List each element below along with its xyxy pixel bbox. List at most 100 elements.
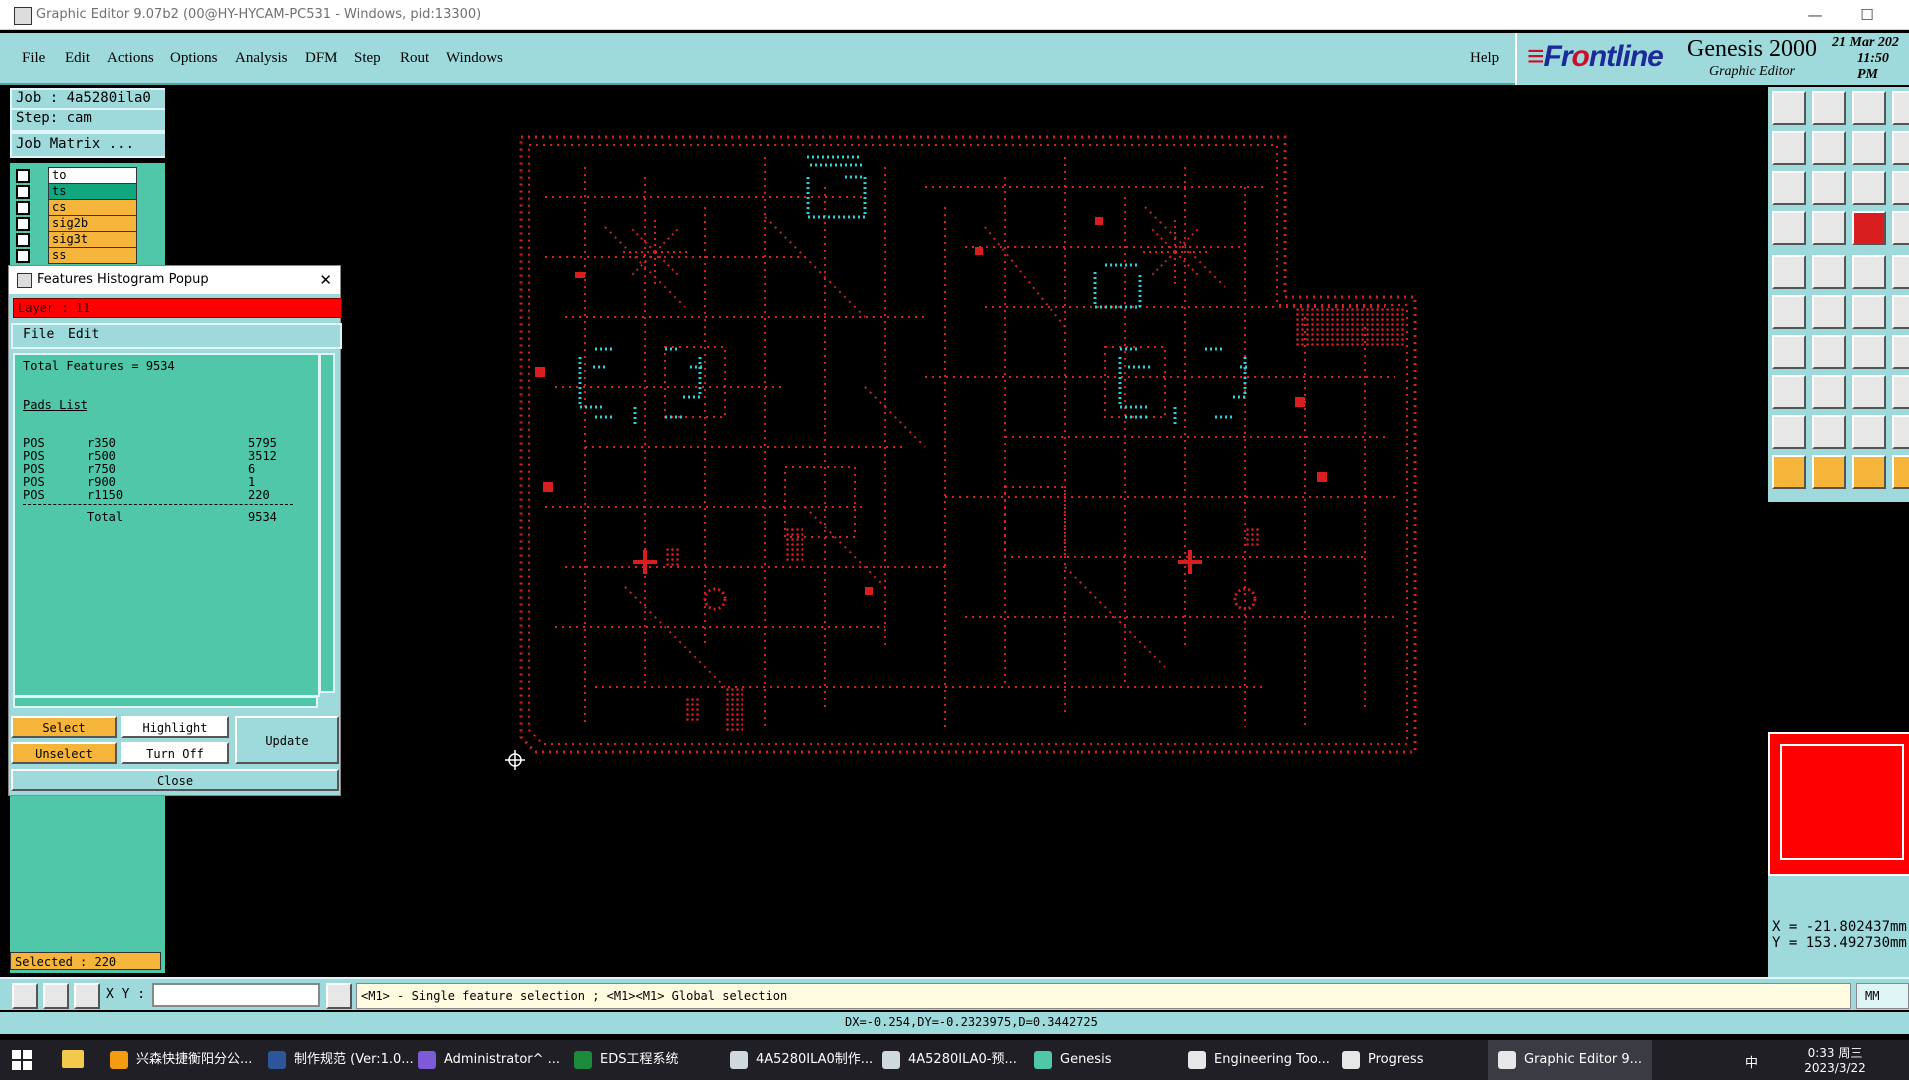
popup-menu-edit[interactable]: Edit (68, 325, 99, 345)
angle-icon[interactable] (1772, 335, 1806, 369)
task-item[interactable]: 兴森快捷衡阳分公... (110, 1040, 252, 1080)
unselect-button[interactable]: Unselect (11, 742, 117, 764)
triangle-c-icon[interactable] (1892, 415, 1909, 449)
menu-analysis[interactable]: Analysis (235, 50, 288, 67)
layer-row[interactable]: sig3t (10, 231, 137, 248)
minimize-button[interactable]: — (1795, 4, 1835, 26)
layer-name[interactable]: ss (48, 247, 137, 264)
maximize-button[interactable]: ☐ (1847, 4, 1887, 26)
measure-icon[interactable] (1772, 211, 1806, 245)
pan-right-icon[interactable] (1812, 131, 1846, 165)
pointer-add-icon[interactable] (1812, 455, 1846, 489)
grid-tool-icon[interactable] (74, 983, 100, 1009)
text-icon[interactable] (1852, 255, 1886, 289)
layer-name[interactable]: sig3t (48, 231, 137, 248)
layer-checkbox[interactable] (16, 249, 30, 263)
layer-name[interactable]: cs (48, 199, 137, 216)
clock[interactable]: 0:33 周三 2023/3/22 (1800, 1044, 1870, 1075)
pointer-icon[interactable] (1772, 455, 1806, 489)
shape-icon[interactable] (1812, 255, 1846, 289)
menu-dfm[interactable]: DFM (305, 50, 338, 67)
move-icon[interactable] (1772, 375, 1806, 409)
job-matrix-button[interactable]: Job Matrix ... (10, 132, 169, 158)
layer-checkbox[interactable] (16, 185, 30, 199)
zoom-fit-icon[interactable] (1772, 171, 1806, 205)
task-item[interactable]: Genesis (1034, 1040, 1111, 1080)
home-icon[interactable] (1852, 91, 1886, 125)
graphic-canvas[interactable] (165, 87, 1768, 980)
menu-file[interactable]: File (22, 50, 45, 67)
task-item-active[interactable]: Graphic Editor 9... (1488, 1040, 1653, 1080)
layer-checkbox[interactable] (16, 233, 30, 247)
menu-step[interactable]: Step (354, 50, 381, 67)
menu-actions[interactable]: Actions (107, 50, 154, 67)
pointer-remove-icon[interactable] (1852, 455, 1886, 489)
task-item[interactable]: 4A5280ILA0-预... (882, 1040, 1017, 1080)
overview-map[interactable] (1768, 732, 1909, 876)
snap-icon[interactable] (1812, 211, 1846, 245)
menu-help[interactable]: Help (1470, 50, 1499, 67)
help-icon[interactable] (1892, 171, 1909, 205)
task-item[interactable]: Progress (1342, 1040, 1423, 1080)
tray-ime[interactable]: 中 (1745, 1052, 1758, 1071)
task-item[interactable]: EDS工程系统 (574, 1040, 678, 1080)
layer-row[interactable]: ts (10, 183, 137, 200)
layer-row[interactable]: sig2b (10, 215, 137, 232)
window-icon[interactable] (1892, 91, 1909, 125)
select-tool-icon[interactable] (12, 983, 38, 1009)
pad-icon[interactable] (1772, 255, 1806, 289)
layer-compare-icon[interactable] (1892, 211, 1909, 245)
popup-menu-file[interactable]: File (23, 325, 54, 345)
triangle-icon[interactable] (1772, 415, 1806, 449)
update-button[interactable]: Update (235, 716, 339, 764)
circle-icon[interactable] (1892, 255, 1909, 289)
vertical-scrollbar[interactable] (319, 353, 335, 693)
pan-left-icon[interactable] (1772, 131, 1806, 165)
turn-off-button[interactable]: Turn Off (121, 742, 229, 764)
close-button[interactable]: Close (11, 769, 339, 791)
layer-row[interactable]: to (10, 167, 137, 184)
layer-checkbox[interactable] (16, 201, 30, 215)
search-icon[interactable] (1892, 375, 1909, 409)
highlight-button[interactable]: Highlight (121, 716, 229, 738)
task-item[interactable]: Engineering Too... (1188, 1040, 1330, 1080)
xy-input[interactable] (152, 983, 320, 1007)
task-item[interactable]: Administrator^ ... (418, 1040, 560, 1080)
rotate-icon[interactable] (1852, 335, 1886, 369)
redraw-icon[interactable] (1852, 131, 1886, 165)
delete-icon[interactable] (1812, 295, 1846, 329)
edit-tool-icon[interactable] (43, 983, 69, 1009)
layer-red-icon[interactable] (1852, 211, 1886, 245)
menu-options[interactable]: Options (170, 50, 218, 67)
line-icon[interactable] (1852, 295, 1886, 329)
close-icon[interactable]: ✕ (319, 266, 332, 294)
display-icon[interactable] (1772, 91, 1806, 125)
layer-row[interactable]: ss (10, 247, 137, 264)
zoom-vertical-icon[interactable] (1812, 171, 1846, 205)
zoom-window-icon[interactable] (1892, 131, 1909, 165)
minus-icon[interactable] (1812, 375, 1846, 409)
task-item[interactable]: 制作规范 (Ver:1.0... (268, 1040, 414, 1080)
dimension-icon[interactable] (1852, 375, 1886, 409)
task-item[interactable]: 4A5280ILA0制作... (730, 1040, 873, 1080)
triangle-b-icon[interactable] (1852, 415, 1886, 449)
layer-name[interactable]: ts (48, 183, 137, 200)
windows-start-icon[interactable] (12, 1050, 32, 1070)
menu-rout[interactable]: Rout (400, 50, 429, 67)
layer-name[interactable]: sig2b (48, 215, 137, 232)
route-icon[interactable] (1892, 335, 1909, 369)
scale-1-2-icon[interactable] (1852, 171, 1886, 205)
menu-edit[interactable]: Edit (65, 50, 90, 67)
layer-checkbox[interactable] (16, 217, 30, 231)
diagonal-icon[interactable] (1812, 335, 1846, 369)
units-selector[interactable]: MM (1856, 983, 1909, 1009)
layer-name[interactable]: to (48, 167, 137, 184)
file-explorer-icon[interactable] (62, 1050, 84, 1068)
connect-icon[interactable] (1772, 295, 1806, 329)
pointer-net-icon[interactable] (1892, 455, 1909, 489)
horizontal-scrollbar[interactable] (13, 696, 318, 708)
monitor-icon[interactable] (1812, 91, 1846, 125)
layer-checkbox[interactable] (16, 169, 30, 183)
menu-windows[interactable]: Windows (446, 50, 503, 67)
arc-icon[interactable] (1892, 295, 1909, 329)
